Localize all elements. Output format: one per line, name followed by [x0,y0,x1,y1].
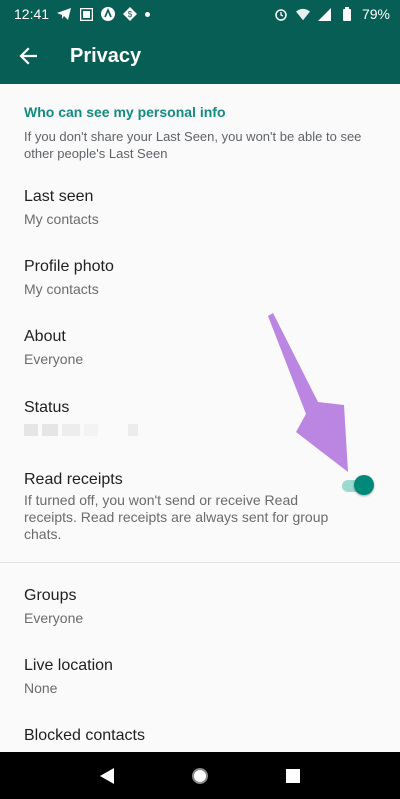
profile-photo-item[interactable]: Profile photo My contacts [0,258,400,298]
signal-icon [318,7,332,21]
last-seen-value: My contacts [24,211,99,227]
wifi-icon [295,7,310,21]
section-divider [0,562,400,563]
groups-value: Everyone [24,610,84,626]
back-triangle-icon [99,767,114,784]
status-bar-right: 79% [274,6,390,22]
app-icon: $ [123,7,138,21]
dot-icon [145,11,151,17]
profile-photo-title: Profile photo [24,258,114,275]
last-seen-title: Last seen [24,188,94,205]
last-seen-item[interactable]: Last seen My contacts [0,188,400,228]
toggle-thumb [354,475,374,495]
groups-title: Groups [24,587,77,604]
read-receipts-toggle[interactable] [340,475,374,495]
battery-icon [340,7,354,21]
nav-back-button[interactable] [87,756,127,796]
alarm-icon [274,7,288,21]
clock: 12:41 [14,6,50,22]
telegram-icon [57,7,72,21]
photos-icon [79,7,93,21]
recents-square-icon [286,768,301,783]
section-note: If you don't share your Last Seen, you w… [24,129,362,161]
about-title: About [24,328,66,345]
status-value-blurred [24,423,376,437]
svg-text:$: $ [128,10,133,19]
nav-recents-button[interactable] [273,756,313,796]
section-title: Who can see my personal info [24,104,226,120]
read-receipts-item[interactable]: Read receipts If turned off, you won't s… [0,471,400,543]
read-receipts-title: Read receipts [24,471,123,488]
blocked-contacts-title: Blocked contacts [24,727,145,744]
arrow-back-icon [19,47,37,65]
profile-photo-value: My contacts [24,281,99,297]
assistant-icon [101,7,116,21]
privacy-settings-list[interactable]: Who can see my personal info If you don'… [0,84,400,752]
status-bar: 12:41 $ 79% [0,0,400,28]
personal-info-section: Who can see my personal info If you don'… [0,84,400,162]
blocked-contacts-item[interactable]: Blocked contacts [0,727,400,745]
battery-level: 79% [361,6,390,22]
about-item[interactable]: About Everyone [0,328,400,368]
about-value: Everyone [24,351,84,367]
nav-home-button[interactable] [180,756,220,796]
page-title: Privacy [70,44,142,67]
navigation-bar [0,752,400,799]
back-button[interactable] [0,28,56,84]
status-item[interactable]: Status [0,399,400,437]
status-bar-left: 12:41 $ [14,6,151,22]
read-receipts-description: If turned off, you won't send or receive… [24,492,329,542]
status-title: Status [24,399,70,416]
live-location-value: None [24,680,58,696]
live-location-item[interactable]: Live location None [0,657,400,697]
live-location-title: Live location [24,657,113,674]
home-circle-icon [191,767,208,784]
groups-item[interactable]: Groups Everyone [0,587,400,627]
app-bar: Privacy [0,28,400,84]
